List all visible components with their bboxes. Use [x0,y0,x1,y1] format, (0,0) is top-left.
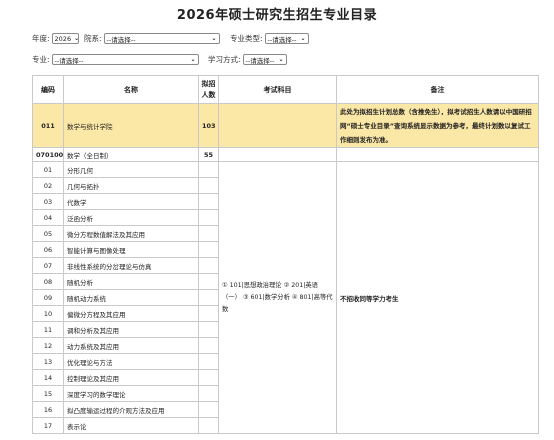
direction-name: 代数学 [63,193,199,210]
year-label: 年度: [32,34,50,43]
direction-code: 15 [32,385,64,402]
chevron-down-icon: ⌄ [190,56,196,63]
college-name: 数学与统计学院 [63,103,199,148]
major-quota: 55 [198,147,219,162]
direction-code: 17 [32,417,64,434]
header-code: 编码 [32,75,64,104]
direction-name: 动力系统及其应用 [63,337,199,354]
mode-select[interactable]: --请选择-- ⌄ [242,54,287,65]
direction-name: 分形几何 [63,161,199,178]
direction-name: 深度学习的数学理论 [63,385,199,402]
direction-code: 13 [32,353,64,370]
year-filter: 年度: 2026 ⌄ [32,33,79,44]
dept-filter: 院系: --请选择-- ⌄ [84,33,220,44]
chevron-down-icon: ⌄ [300,35,306,42]
direction-code: 01 [32,161,64,178]
mode-label: 学习方式: [208,55,241,64]
direction-code: 02 [32,177,64,194]
direction-name: 调和分析及其应用 [63,321,199,338]
direction-code: 09 [32,289,64,306]
direction-name: 几何与拓扑 [63,177,199,194]
major-name: 数学（全日制） [63,147,199,162]
direction-code: 05 [32,225,64,242]
direction-code: 14 [32,369,64,386]
direction-name: 优化理论与方法 [63,353,199,370]
major-label: 专业: [32,55,50,64]
dept-select[interactable]: --请选择-- ⌄ [103,33,220,44]
direction-name: 随机动力系统 [63,289,199,306]
direction-code: 04 [32,209,64,226]
college-note: 此处为拟招生计划总数（含推免生），拟考试招生人数请以中国研招网“硕士专业目录”查… [336,103,539,148]
major-select[interactable]: --请选择-- ⌄ [51,54,199,65]
major-filter: 专业: --请选择-- ⌄ [32,54,199,65]
direction-note: 不招收同等学力考生 [336,161,539,434]
type-filter: 专业类型: --请选择-- ⌄ [230,33,309,44]
page-title: 2026年硕士研究生招生专业目录 [176,8,378,23]
direction-name: 微分方程数值解法及其应用 [63,225,199,242]
major-code: 070100 [32,147,64,162]
direction-code: 16 [32,401,64,418]
direction-name: 表示论 [63,417,199,434]
exam-subjects: ① 101|思想政治理论 ② 201|英语（一） ③ 601|数学分析 ④ 80… [218,161,337,434]
mode-filter: 学习方式: --请选择-- ⌄ [208,54,287,65]
direction-name: 随机分析 [63,273,199,290]
direction-code: 08 [32,273,64,290]
chevron-down-icon: ⌄ [74,35,80,42]
type-select[interactable]: --请选择-- ⌄ [264,33,309,44]
dept-label: 院系: [84,34,102,43]
direction-name: 非线性系统的分岔理论与仿真 [63,257,199,274]
direction-code: 07 [32,257,64,274]
college-code: 011 [32,103,64,148]
header-exam: 考试科目 [218,75,337,104]
college-row: 011 数学与统计学院 103 此处为拟招生计划总数（含推免生），拟考试招生人数… [32,103,539,148]
direction-name: 偏微分方程及其应用 [63,305,199,322]
major-row: 070100 数学（全日制） 55 [32,147,539,162]
chevron-down-icon: ⌄ [278,56,284,63]
direction-row: 01 分形几何 ① 101|思想政治理论 ② 201|英语（一） ③ 601|数学分… [32,161,539,434]
direction-name: 泛函分析 [63,209,199,226]
header-name: 名称 [63,75,199,104]
direction-name: 拟凸度输运过程的介观方法及应用 [63,401,199,418]
direction-name: 智能计算与图像处理 [63,241,199,258]
direction-code: 10 [32,305,64,322]
college-quota: 103 [198,103,219,148]
direction-code: 06 [32,241,64,258]
direction-code: 12 [32,337,64,354]
catalog-table: 编码 名称 拟招 人数 考试科目 备注 011 数学与统计学院 103 此处为拟招… [32,75,539,434]
chevron-down-icon: ⌄ [211,35,217,42]
direction-code: 11 [32,321,64,338]
header-note: 备注 [336,75,539,104]
college-exam [218,103,337,148]
direction-name: 控制理论及其应用 [63,369,199,386]
header-quota: 拟招 人数 [198,75,219,104]
year-select[interactable]: 2026 ⌄ [51,33,80,44]
type-label: 专业类型: [230,34,263,43]
direction-code: 03 [32,193,64,210]
